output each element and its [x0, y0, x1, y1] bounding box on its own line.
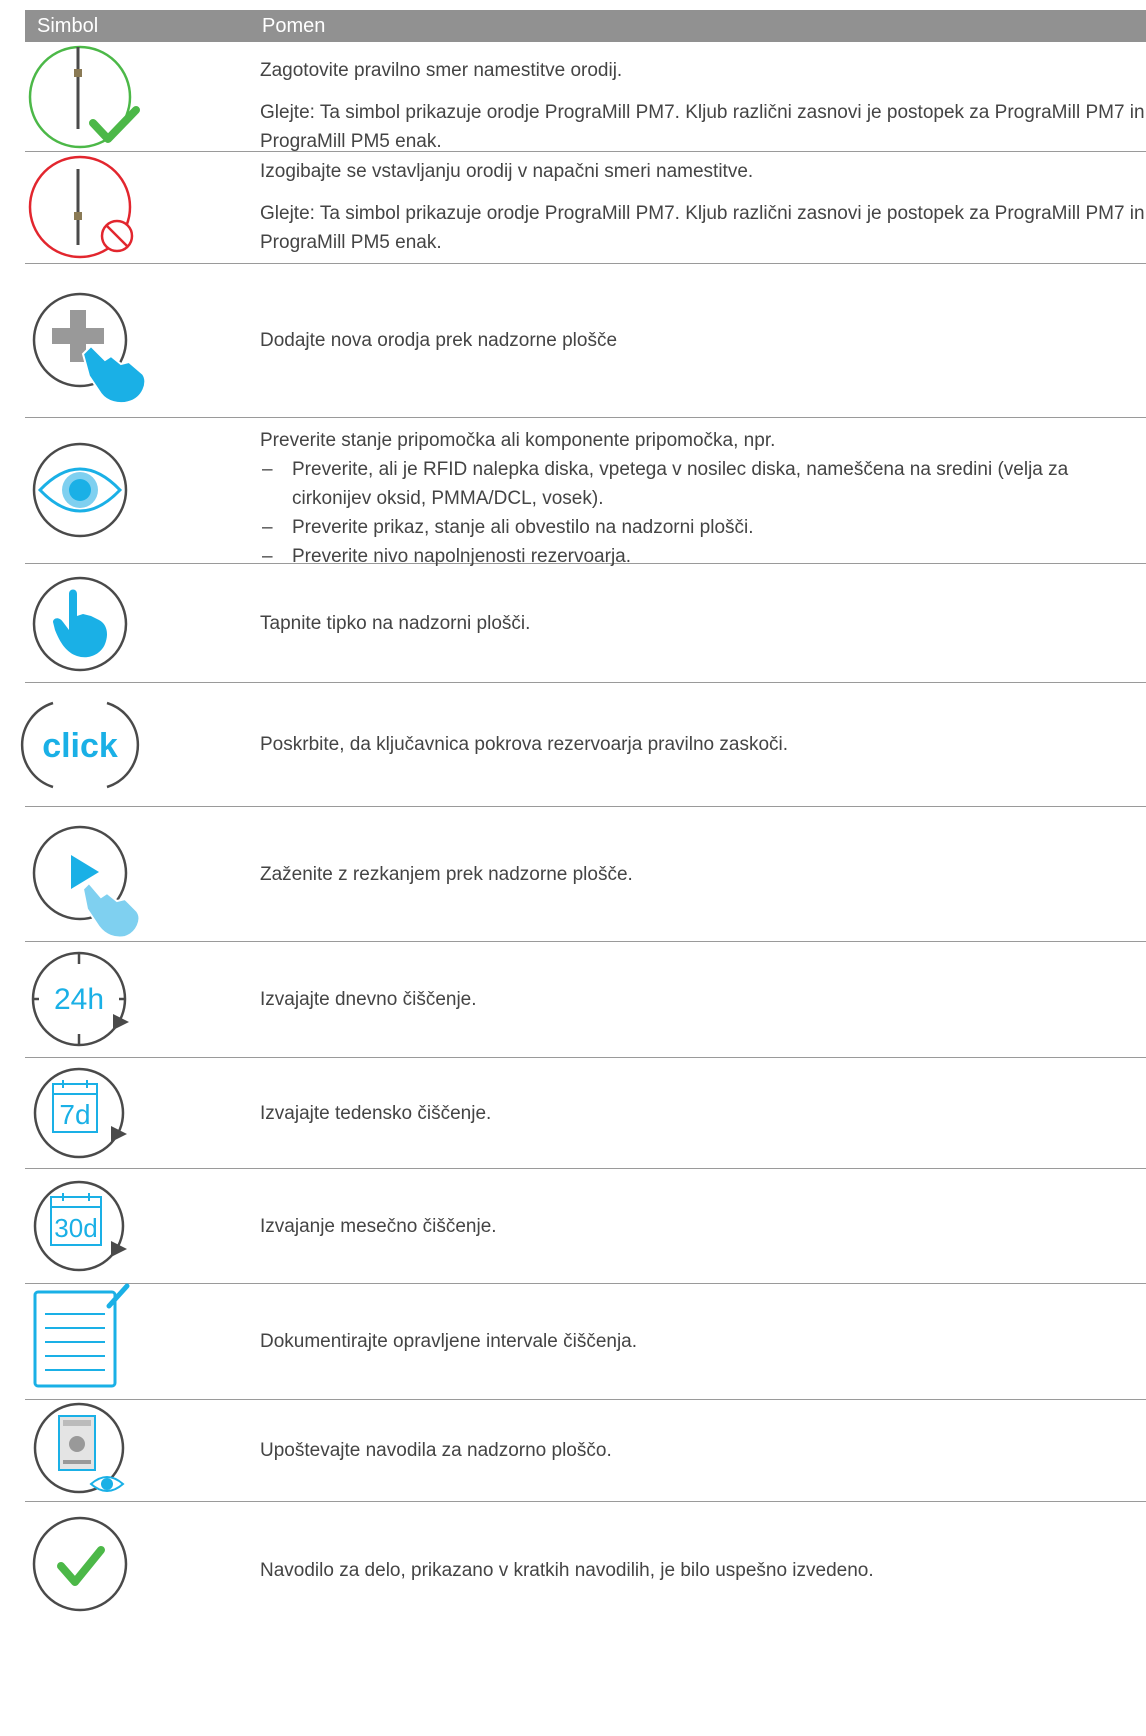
- list-item: – Preverite, ali je RFID nalepka diska, v…: [262, 459, 1069, 509]
- meaning-text: Izvajajte tedensko čiščenje.: [260, 1102, 492, 1124]
- meaning-text: Izvajajte dnevno čiščenje.: [260, 989, 477, 1010]
- meaning-text: Poskrbite, da ključavnica pokrova rezerv…: [260, 734, 789, 755]
- meaning-text: Dodajte nova orodja prek nadzorne plošče: [260, 330, 618, 351]
- click-icon: click: [20, 683, 260, 806]
- table-row: click Poskrbite, da ključavnica pokrova …: [20, 683, 1146, 807]
- header-meaning: Pomen: [262, 14, 326, 37]
- table-row: Dodajte nova orodja prek nadzorne plošče: [25, 264, 1146, 418]
- table-row: Tapnite tipko na nadzorni plošči.: [25, 564, 1146, 683]
- svg-text:30d: 30d: [54, 1213, 97, 1243]
- list-item: – Preverite prikaz, stanje ali obvestilo …: [262, 517, 754, 538]
- header-symbol: Simbol: [37, 14, 99, 37]
- meaning-text: Zaženite z rezkanjem prek nadzorne plošč…: [260, 863, 633, 885]
- table-row: Preverite stanje pripomočka ali komponen…: [25, 418, 1146, 567]
- table-row: Upoštevajte navodila za nadzorno ploščo.: [25, 1400, 1146, 1502]
- table-row: 7d Izvajajte tedensko čiščenje.: [25, 1058, 1146, 1169]
- meaning-text: Navodilo za delo, prikazano v kratkih na…: [260, 1559, 874, 1581]
- add-tool-touch-icon: [25, 264, 260, 417]
- start-milling-touch-icon: [25, 807, 260, 941]
- meaning-text: Dokumentirajte opravljene intervale čišč…: [260, 1331, 638, 1352]
- weekly-cleaning-icon: 7d: [25, 1058, 260, 1168]
- meaning-text: Upoštevajte navodila za nadzorno ploščo.: [260, 1440, 612, 1461]
- table-row: Dokumentirajte opravljene intervale čišč…: [25, 1283, 1146, 1400]
- meaning-text: Zagotovite pravilno smer namestitve orod…: [260, 60, 623, 81]
- success-check-icon: [25, 1502, 260, 1622]
- meaning-note: Glejte: Ta simbol prikazuje orodje Progr…: [260, 203, 1145, 253]
- daily-cleaning-icon: 24h: [25, 942, 260, 1057]
- table-row: Izogibajte se vstavljanju orodij v napač…: [25, 152, 1146, 264]
- table-header: Simbol Pomen: [25, 10, 1146, 42]
- meaning-note: Glejte: Ta simbol prikazuje orodje Progr…: [260, 102, 1145, 152]
- meaning-text: Tapnite tipko na nadzorni plošči.: [260, 612, 531, 634]
- monthly-cleaning-icon: 30d: [25, 1169, 260, 1283]
- tool-correct-orientation-icon: [25, 42, 260, 151]
- svg-text:24h: 24h: [54, 983, 104, 1016]
- symbol-table: Simbol Pomen Zagotovite pravilno smer na…: [20, 10, 1146, 1622]
- table-row: Navodilo za delo, prikazano v kratkih na…: [25, 1502, 1146, 1622]
- svg-text:click: click: [42, 727, 118, 765]
- tap-touch-icon: [25, 564, 260, 682]
- meaning-text: Izvajanje mesečno čiščenje.: [260, 1215, 497, 1237]
- table-row: Zaženite z rezkanjem prek nadzorne plošč…: [25, 807, 1146, 942]
- eye-check-icon: [25, 418, 260, 563]
- document-cleaning-icon: [25, 1283, 260, 1399]
- svg-text:7d: 7d: [59, 1099, 90, 1130]
- meaning-text: Izogibajte se vstavljanju orodij v napač…: [260, 161, 754, 182]
- tool-wrong-orientation-icon: [25, 152, 260, 263]
- table-row: 30d Izvajanje mesečno čiščenje.: [25, 1169, 1146, 1284]
- table-row: 24h Izvajajte dnevno čiščenje.: [25, 942, 1146, 1058]
- control-panel-instructions-icon: [25, 1400, 260, 1501]
- table-row: Zagotovite pravilno smer namestitve orod…: [25, 42, 1146, 152]
- meaning-intro: Preverite stanje pripomočka ali komponen…: [260, 430, 776, 451]
